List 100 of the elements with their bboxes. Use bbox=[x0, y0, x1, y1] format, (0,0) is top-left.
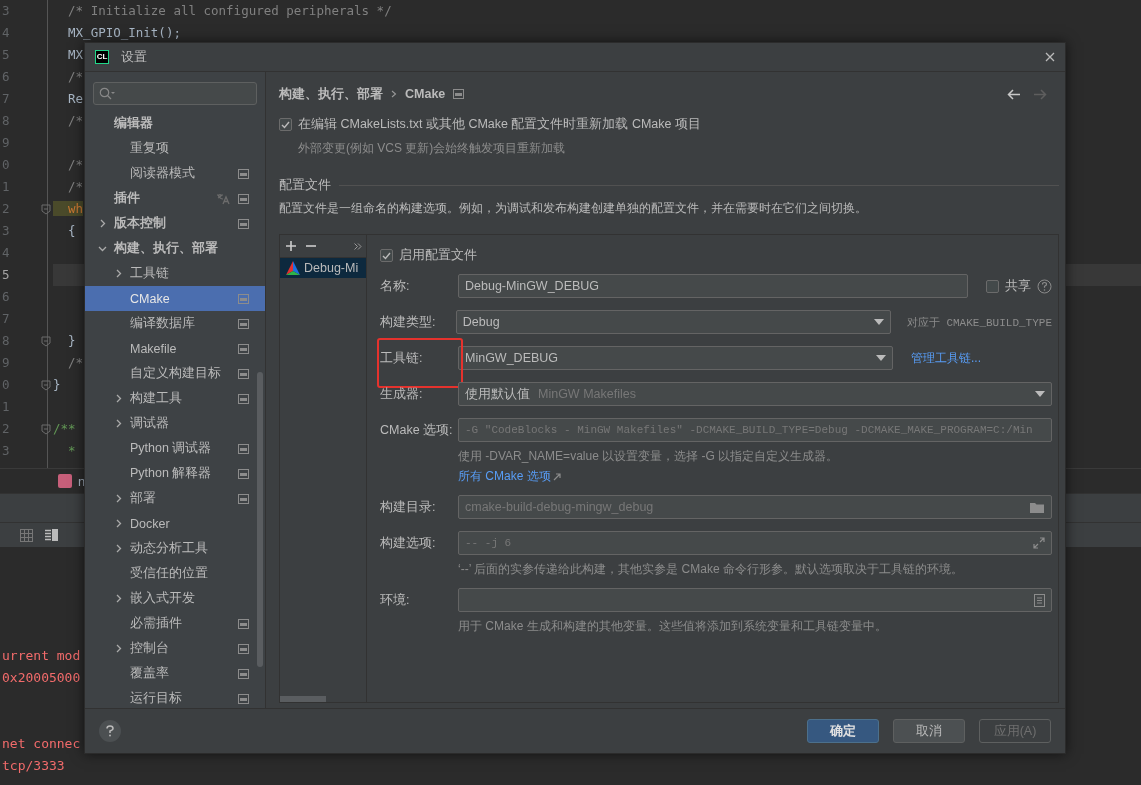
document-icon[interactable] bbox=[1034, 593, 1045, 607]
triangle-logo-icon bbox=[286, 261, 300, 275]
code-line: } bbox=[53, 377, 61, 392]
line-number: 2 bbox=[1, 420, 11, 438]
sidebar-item[interactable]: 控制台 bbox=[85, 636, 265, 661]
line-number: 0 bbox=[1, 156, 11, 174]
field-label: 构建目录: bbox=[380, 498, 437, 516]
checkbox-label: 共享 bbox=[1005, 277, 1031, 295]
line-number: 1 bbox=[1, 398, 11, 416]
chevron-icon[interactable] bbox=[114, 419, 123, 428]
project-level-icon bbox=[238, 368, 249, 379]
layout-icon[interactable] bbox=[45, 528, 58, 542]
scrollbar[interactable] bbox=[280, 696, 326, 702]
function-icon bbox=[58, 474, 72, 488]
more-icon[interactable] bbox=[354, 242, 362, 250]
breadcrumb-item[interactable]: 构建、执行、部署 bbox=[279, 85, 383, 103]
project-level-icon bbox=[238, 168, 249, 179]
chevron-icon[interactable] bbox=[114, 544, 123, 553]
checkbox[interactable] bbox=[380, 249, 393, 262]
fold-marker-icon[interactable] bbox=[41, 380, 51, 391]
sidebar-item[interactable]: 版本控制 bbox=[85, 211, 265, 236]
add-icon[interactable] bbox=[286, 241, 296, 251]
sidebar-item[interactable]: 调试器 bbox=[85, 411, 265, 436]
expand-icon[interactable] bbox=[1033, 537, 1045, 549]
fold-marker-icon[interactable] bbox=[41, 424, 51, 435]
chevron-icon[interactable] bbox=[114, 594, 123, 603]
line-number: 6 bbox=[1, 68, 11, 86]
manage-toolchains-link[interactable]: 管理工具链... bbox=[911, 349, 981, 367]
search-field[interactable] bbox=[93, 82, 257, 105]
close-icon[interactable] bbox=[1045, 52, 1055, 62]
line-number: 9 bbox=[1, 354, 11, 372]
sidebar-item[interactable]: Python 解释器 bbox=[85, 461, 265, 486]
sidebar-item[interactable]: 编译数据库 bbox=[85, 311, 265, 336]
input-field[interactable] bbox=[458, 588, 1052, 612]
line-number: 5 bbox=[1, 46, 11, 64]
field-hint: 使用 -DVAR_NAME=value 以设置变量，选择 -G 以指定自定义生成器。 bbox=[458, 448, 840, 465]
console-line: 0x20005000 bbox=[2, 669, 81, 687]
help-icon[interactable] bbox=[1037, 278, 1052, 294]
sidebar-item[interactable]: 构建、执行、部署 bbox=[85, 236, 265, 261]
help-button[interactable] bbox=[99, 720, 121, 742]
line-number: 4 bbox=[1, 244, 11, 262]
editor-tab[interactable]: n bbox=[78, 473, 86, 489]
dialog-button[interactable]: 确定 bbox=[807, 719, 879, 743]
field-note: 对应于 CMAKE_BUILD_TYPE bbox=[906, 315, 1052, 330]
profile-item[interactable]: Debug-Mi bbox=[280, 258, 366, 278]
folder-icon[interactable] bbox=[1029, 500, 1045, 514]
project-level-icon bbox=[238, 393, 249, 404]
fold-marker-icon[interactable] bbox=[41, 204, 51, 215]
code-line: /* bbox=[67, 355, 84, 370]
chevron-icon[interactable] bbox=[114, 494, 123, 503]
grid-icon[interactable] bbox=[20, 528, 33, 542]
sidebar-item[interactable]: 插件 bbox=[85, 186, 265, 211]
sidebar-item[interactable]: 构建工具 bbox=[85, 386, 265, 411]
dropdown[interactable]: Debug bbox=[455, 310, 891, 334]
dialog-button[interactable]: 取消 bbox=[893, 719, 965, 743]
sidebar-item[interactable]: 编辑器 bbox=[85, 111, 265, 136]
field-label: 构建类型: bbox=[380, 313, 437, 331]
dropdown[interactable]: MinGW_DEBUG bbox=[458, 346, 893, 370]
chevron-icon[interactable] bbox=[114, 394, 123, 403]
code-line: MX_GPIO_Init(); bbox=[67, 25, 181, 40]
fold-marker-icon[interactable] bbox=[41, 336, 51, 347]
project-level-icon bbox=[453, 89, 465, 99]
project-level-icon bbox=[238, 443, 249, 454]
sidebar-item[interactable]: Python 调试器 bbox=[85, 436, 265, 461]
sidebar-item[interactable]: 自定义构建目标 bbox=[85, 361, 265, 386]
chevron-icon[interactable] bbox=[114, 269, 123, 278]
code-line: /* Initialize all configured peripherals */ bbox=[67, 3, 392, 18]
code-line: MX bbox=[67, 47, 84, 62]
chevron-icon[interactable] bbox=[114, 644, 123, 653]
input-field[interactable]: Debug-MinGW_DEBUG bbox=[458, 274, 968, 298]
line-number: 7 bbox=[1, 310, 11, 328]
code-line: { bbox=[67, 223, 76, 238]
sidebar-item[interactable]: 工具链 bbox=[85, 261, 265, 286]
sidebar-item[interactable]: Docker bbox=[85, 511, 265, 536]
sidebar-item[interactable]: 重复项 bbox=[85, 136, 265, 161]
options-link[interactable]: 所有 CMake 选项 bbox=[458, 468, 551, 485]
code-line: Re bbox=[67, 91, 84, 106]
sidebar-item[interactable]: 阅读器模式 bbox=[85, 161, 265, 186]
sidebar-item[interactable]: Makefile bbox=[85, 336, 265, 361]
line-number: 8 bbox=[1, 112, 11, 130]
sidebar-item[interactable]: 受信任的位置 bbox=[85, 561, 265, 586]
chevron-icon bbox=[391, 90, 397, 98]
sidebar-item[interactable]: 动态分析工具 bbox=[85, 536, 265, 561]
chevron-icon[interactable] bbox=[98, 244, 107, 253]
chevron-icon[interactable] bbox=[114, 519, 123, 528]
code-line: /* bbox=[67, 157, 84, 172]
field-label: CMake 选项: bbox=[380, 421, 454, 439]
line-number: 7 bbox=[1, 90, 11, 108]
sidebar-item[interactable]: 部署 bbox=[85, 486, 265, 511]
scrollbar[interactable] bbox=[257, 372, 263, 667]
sidebar-item[interactable]: 嵌入式开发 bbox=[85, 586, 265, 611]
sidebar-item[interactable]: 必需插件 bbox=[85, 611, 265, 636]
sidebar-item[interactable]: 运行目标 bbox=[85, 686, 265, 708]
back-arrow-icon[interactable] bbox=[1007, 88, 1021, 100]
line-number: 9 bbox=[1, 134, 11, 152]
sidebar-item[interactable]: 覆盖率 bbox=[85, 661, 265, 686]
checkbox[interactable] bbox=[986, 279, 999, 293]
checkbox[interactable] bbox=[279, 118, 292, 131]
sidebar-item[interactable]: CMake bbox=[85, 286, 265, 311]
chevron-icon[interactable] bbox=[98, 219, 107, 228]
